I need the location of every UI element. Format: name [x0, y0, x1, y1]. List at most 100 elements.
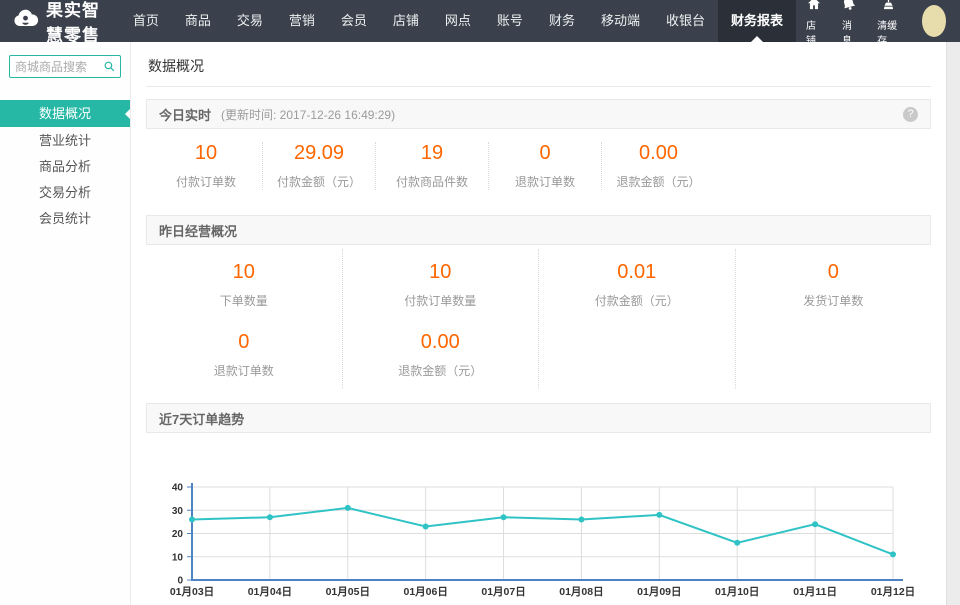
brand-logo[interactable]: 果实智慧零售 — [12, 0, 104, 46]
nav-item-marketing[interactable]: 营销 — [276, 0, 328, 42]
svg-text:10: 10 — [172, 552, 184, 563]
trend-chart-wrap: 0 10 20 30 40 01月03日 01月04日 01月05日 01月06日 01月07日 0… — [156, 479, 931, 605]
today-title: 今日实时 — [159, 105, 211, 124]
stat-value: 10 — [150, 142, 262, 165]
sidebar-item-business-stats[interactable]: 营业统计 — [0, 128, 130, 153]
nav-item-home[interactable]: 首页 — [120, 0, 172, 42]
stat-cell: 19 付款商品件数 — [376, 142, 489, 190]
svg-text:01月09日: 01月09日 — [637, 586, 681, 598]
sidebar-item-product-analysis[interactable]: 商品分析 — [0, 154, 130, 179]
scrollbar-track — [946, 42, 960, 605]
avatar[interactable] — [922, 5, 946, 37]
stat-cell: 10 下单数量 — [146, 249, 342, 319]
sidebar-item-member-stats[interactable]: 会员统计 — [0, 206, 130, 231]
broom-icon — [881, 0, 896, 16]
yesterday-section-bar: 昨日经营概况 — [146, 215, 931, 245]
sidebar-item-data-overview[interactable]: 数据概况 — [0, 100, 130, 127]
stat-cell: 0.00 退款金额（元） — [602, 142, 715, 190]
svg-text:20: 20 — [172, 529, 184, 540]
stat-value: 19 — [376, 142, 488, 165]
nav-item-trade[interactable]: 交易 — [224, 0, 276, 42]
stat-label: 付款订单数 — [150, 173, 262, 190]
yesterday-column: 10 下单数量 0 退款订单数 — [146, 249, 342, 389]
stat-label: 付款商品件数 — [376, 173, 488, 190]
stat-cell: 0.00 退款金额（元） — [343, 319, 539, 389]
stat-label: 付款金额（元） — [263, 173, 375, 190]
nav-item-members[interactable]: 会员 — [328, 0, 380, 42]
svg-text:01月08日: 01月08日 — [559, 586, 603, 598]
sidebar-item-trade-analysis[interactable]: 交易分析 — [0, 180, 130, 205]
nav-item-cashier[interactable]: 收银台 — [653, 0, 718, 42]
stat-value: 0 — [489, 142, 601, 165]
stat-value: 0.01 — [539, 261, 735, 284]
yesterday-column: 0 发货订单数 — [735, 249, 932, 389]
stat-cell: 29.09 付款金额（元） — [263, 142, 376, 190]
svg-text:01月11日: 01月11日 — [793, 586, 837, 598]
stat-value: 0.00 — [602, 142, 715, 165]
stat-cell: 0 退款订单数 — [146, 319, 342, 389]
nav-item-finance[interactable]: 财务 — [536, 0, 588, 42]
today-section-bar: 今日实时 (更新时间: 2017-12-26 16:49:29) ? — [146, 99, 931, 129]
svg-text:01月07日: 01月07日 — [481, 586, 525, 598]
main-content: 数据概况 今日实时 (更新时间: 2017-12-26 16:49:29) ? … — [131, 42, 946, 605]
svg-text:30: 30 — [172, 506, 184, 517]
quick-shop-button[interactable]: 店铺 — [806, 0, 822, 47]
cloud-logo-icon — [12, 9, 46, 33]
nav-item-shop[interactable]: 店铺 — [380, 0, 432, 42]
stat-label: 退款金额（元） — [343, 362, 539, 379]
stat-label: 付款金额（元） — [539, 292, 735, 309]
svg-text:01月06日: 01月06日 — [403, 586, 447, 598]
yesterday-column: 0.01 付款金额（元） — [538, 249, 735, 389]
page-title: 数据概况 — [146, 42, 931, 87]
nav-item-outlets[interactable]: 网点 — [432, 0, 484, 42]
trend-title: 近7天订单趋势 — [159, 409, 244, 428]
nav-item-account[interactable]: 账号 — [484, 0, 536, 42]
stat-label: 退款金额（元） — [602, 173, 715, 190]
stat-cell: 0 发货订单数 — [736, 249, 932, 319]
svg-text:0: 0 — [177, 576, 183, 587]
quick-message-button[interactable]: 消息 — [842, 0, 857, 47]
today-stats: 10 付款订单数 29.09 付款金额（元） 19 付款商品件数 0 退款订单数… — [146, 129, 931, 203]
stat-value: 29.09 — [263, 142, 375, 165]
stat-value: 0 — [736, 261, 932, 284]
svg-text:01月04日: 01月04日 — [248, 586, 292, 598]
stat-value: 0.00 — [343, 331, 539, 354]
svg-text:01月12日: 01月12日 — [871, 586, 915, 598]
stat-cell: 10 付款订单数 — [150, 142, 263, 190]
search-icon — [103, 60, 116, 73]
yesterday-stats: 10 下单数量 0 退款订单数 10 付款订单数量 0.00 退款金额（元） — [146, 245, 931, 391]
sidebar-search — [0, 42, 130, 86]
svg-text:01月10日: 01月10日 — [715, 586, 759, 598]
svg-text:40: 40 — [172, 483, 184, 494]
stat-label: 下单数量 — [146, 292, 342, 309]
stat-label: 发货订单数 — [736, 292, 932, 309]
svg-text:01月05日: 01月05日 — [326, 586, 370, 598]
trend-chart: 0 10 20 30 40 01月03日 01月04日 01月05日 01月06日 01月07日 0… — [156, 479, 928, 603]
question-icon[interactable]: ? — [903, 107, 918, 122]
sidebar-menu: 数据概况 营业统计 商品分析 交易分析 会员统计 — [0, 100, 130, 231]
nav-quick-actions: 店铺 消息 清缓存 — [796, 0, 960, 47]
stat-value: 0 — [146, 331, 342, 354]
stat-value: 10 — [343, 261, 539, 284]
stat-label: 退款订单数 — [489, 173, 601, 190]
sidebar: 数据概况 营业统计 商品分析 交易分析 会员统计 — [0, 42, 131, 605]
nav-item-products[interactable]: 商品 — [172, 0, 224, 42]
stat-cell: 0 退款订单数 — [489, 142, 602, 190]
quick-clear-cache-button[interactable]: 清缓存 — [877, 0, 900, 47]
trend-section-bar: 近7天订单趋势 — [146, 403, 931, 433]
home-icon — [806, 0, 822, 16]
stat-value: 10 — [146, 261, 342, 284]
yesterday-column: 10 付款订单数量 0.00 退款金额（元） — [342, 249, 539, 389]
top-nav: 果实智慧零售 首页 商品 交易 营销 会员 店铺 网点 账号 财务 移动端 收银… — [0, 0, 960, 42]
stat-label: 付款订单数量 — [343, 292, 539, 309]
nav-item-finance-report[interactable]: 财务报表 — [718, 0, 796, 42]
brand-name: 果实智慧零售 — [46, 0, 104, 46]
stat-label: 退款订单数 — [146, 362, 342, 379]
nav-item-mobile[interactable]: 移动端 — [588, 0, 653, 42]
yesterday-title: 昨日经营概况 — [159, 221, 237, 240]
svg-text:01月03日: 01月03日 — [170, 586, 214, 598]
stat-cell: 10 付款订单数量 — [343, 249, 539, 319]
bell-icon — [840, 0, 860, 17]
stat-cell: 0.01 付款金额（元） — [539, 249, 735, 319]
today-updated-time: (更新时间: 2017-12-26 16:49:29) — [221, 106, 395, 123]
